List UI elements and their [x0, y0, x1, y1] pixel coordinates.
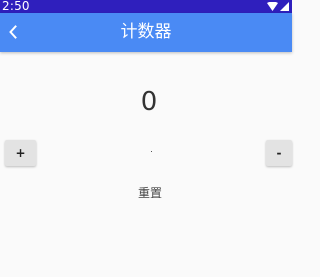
page-title: 计数器 [120, 22, 172, 42]
wifi-icon [267, 2, 278, 11]
back-chevron-icon [9, 25, 17, 39]
counter-value: 0 [140, 87, 158, 117]
status-bar: 2:50 [0, 0, 292, 13]
center-dot [151, 151, 152, 152]
increment-button[interactable]: + [5, 140, 36, 166]
decrement-button[interactable]: - [266, 140, 292, 166]
status-time: 2:50 [2, 0, 30, 13]
status-icons [267, 1, 289, 12]
signal-icon [280, 2, 289, 11]
reset-button[interactable]: 重置 [128, 183, 172, 203]
app-bar: 计数器 [0, 13, 292, 52]
back-button[interactable] [2, 19, 24, 45]
counter-screen: 2:50 计数器 0 + - 重置 [0, 0, 292, 277]
